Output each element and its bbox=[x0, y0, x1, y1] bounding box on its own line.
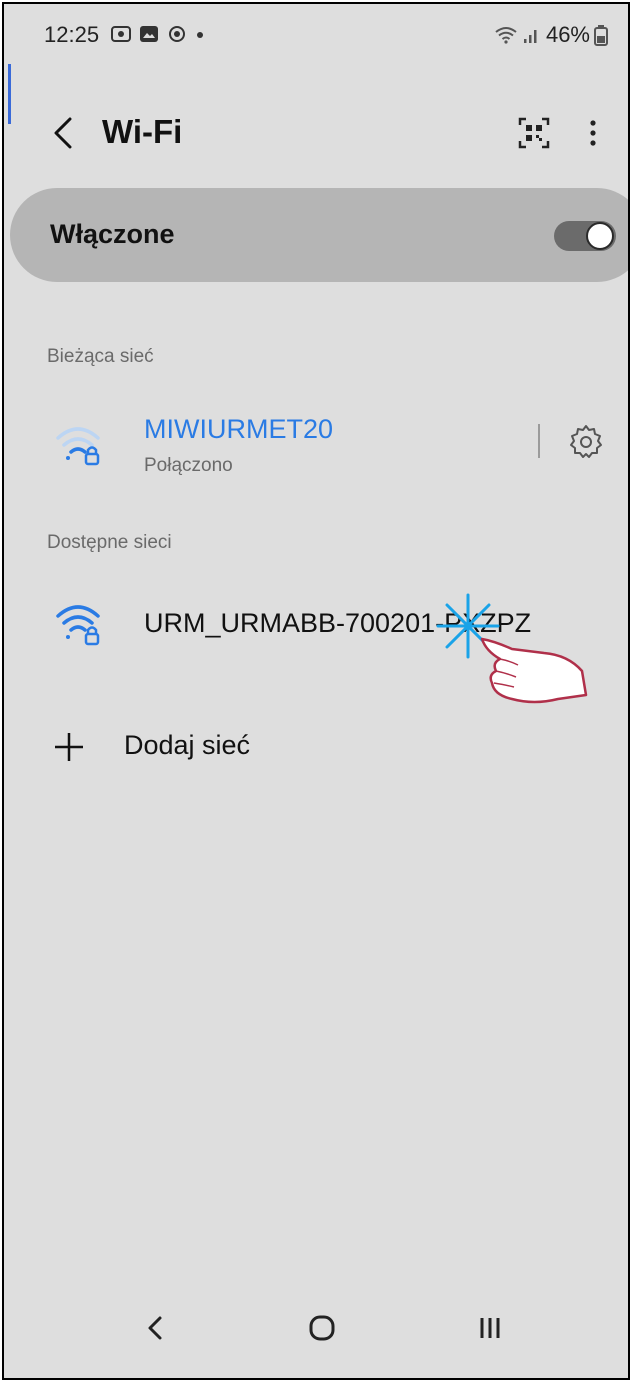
gallery-icon bbox=[140, 26, 158, 42]
system-nav-bar bbox=[4, 1294, 628, 1364]
nav-recent-apps-button[interactable] bbox=[470, 1308, 510, 1348]
wifi-lock-icon bbox=[56, 605, 100, 646]
more-vertical-icon bbox=[590, 120, 596, 146]
current-network-name: MIWIURMET20 bbox=[144, 414, 333, 444]
available-network-name: URM_URMABB-700201-PXZPZ bbox=[144, 608, 532, 638]
wifi-status-icon bbox=[495, 27, 517, 44]
battery-icon bbox=[594, 25, 608, 46]
wifi-toggle-card[interactable]: Włączone bbox=[10, 188, 628, 282]
status-bar: 12:25 46% bbox=[4, 4, 628, 68]
toggle-label: Włączone bbox=[50, 219, 175, 249]
gear-icon bbox=[570, 425, 602, 458]
back-button[interactable] bbox=[44, 111, 84, 155]
available-networks-header: Dostępne sieci bbox=[47, 532, 172, 553]
screen-record-icon bbox=[111, 26, 131, 42]
home-icon bbox=[309, 1315, 335, 1341]
status-time: 12:25 bbox=[44, 22, 100, 47]
recent-apps-icon bbox=[480, 1318, 500, 1338]
page-title: Wi-Fi bbox=[102, 113, 183, 150]
qr-code-icon bbox=[518, 117, 550, 149]
add-network-label: Dodaj sieć bbox=[124, 730, 251, 760]
plus-icon bbox=[55, 733, 83, 761]
more-options-button[interactable] bbox=[578, 113, 608, 153]
status-system-icons: 46% bbox=[494, 22, 608, 48]
status-notification-icons bbox=[110, 24, 206, 44]
current-network-status: Połączono bbox=[144, 455, 233, 476]
qr-code-button[interactable] bbox=[514, 113, 554, 153]
dot-icon bbox=[197, 32, 203, 38]
current-network-header: Bieżąca sieć bbox=[47, 346, 154, 367]
toggle-knob bbox=[586, 222, 614, 250]
phone-screen: 12:25 46% Wi-Fi Włączone Bieżąca sieć MI… bbox=[2, 2, 630, 1380]
chevron-left-icon bbox=[54, 117, 72, 149]
app-header: Wi-Fi bbox=[4, 99, 628, 169]
row-divider bbox=[538, 424, 540, 458]
nav-back-button[interactable] bbox=[140, 1308, 170, 1348]
add-network-row[interactable]: Dodaj sieć bbox=[4, 720, 628, 776]
wifi-toggle-switch[interactable] bbox=[554, 221, 616, 251]
sync-icon bbox=[169, 26, 185, 42]
back-icon bbox=[148, 1316, 162, 1340]
battery-percent: 46% bbox=[545, 22, 590, 47]
nav-home-button[interactable] bbox=[302, 1308, 342, 1348]
wifi-lock-icon bbox=[56, 427, 100, 466]
network-settings-button[interactable] bbox=[566, 422, 606, 462]
signal-icon bbox=[523, 30, 537, 43]
